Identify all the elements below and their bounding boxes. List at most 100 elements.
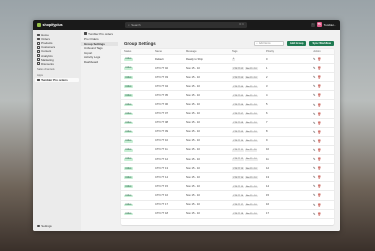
avatar[interactable]: TS [316, 22, 322, 28]
delete-icon[interactable]: 🗑 [317, 148, 321, 152]
sidebar-item-tumbler-app[interactable]: Tumbler Pro orders [35, 77, 79, 82]
table-row[interactable]: Active CTN 77 12 Nov 15 - 10 CTN 77 12 Nov 1… [121, 155, 334, 165]
edit-icon[interactable]: ✎ [313, 130, 315, 134]
orders-icon [37, 37, 40, 41]
priority-cell: 2 [266, 75, 268, 79]
table-row[interactable]: Active CTN 77 14 Nov 15 - 10 CTN 77 14 Nov 1… [121, 173, 334, 183]
edit-icon[interactable]: ✎ [313, 157, 315, 161]
edit-icon[interactable]: ✎ [313, 193, 315, 197]
delete-icon[interactable]: 🗑 [317, 193, 321, 197]
column-header-tags[interactable]: Tags [232, 50, 266, 53]
delete-icon[interactable]: 🗑 [317, 157, 321, 161]
delete-icon[interactable]: 🗑 [317, 93, 321, 97]
row-actions: ✎ 🗑 [313, 193, 321, 197]
priority-cell: 10 [266, 148, 269, 152]
table-row[interactable]: Active Default Ready to Ship 0 0 ✎ 🗑 [121, 55, 334, 65]
delete-icon[interactable]: 🗑 [317, 112, 321, 116]
edit-icon[interactable]: ✎ [313, 175, 315, 179]
table-row[interactable]: Active CTN 77 18 Nov 15 - 10 CTN 77 18 Nov 1… [121, 210, 334, 219]
delete-icon[interactable]: 🗑 [317, 175, 321, 179]
row-actions: ✎ 🗑 [313, 66, 321, 70]
table-row[interactable]: Active CTN 77 06 Nov 15 - 10 CTN 77 06 Nov 1… [121, 100, 334, 110]
store-name[interactable]: Tumbler... [324, 23, 336, 27]
filter-input[interactable]: ⌕ Add Items [253, 40, 284, 46]
status-badge: Active [124, 103, 133, 107]
name-cell: CTN 77 09 [155, 130, 168, 134]
delete-icon[interactable]: 🗑 [317, 103, 321, 107]
name-cell: CTN 77 14 [155, 175, 168, 179]
edit-icon[interactable]: ✎ [313, 121, 315, 125]
table-row[interactable]: Active CTN 77 08 Nov 15 - 10 CTN 77 08 Nov 1… [121, 119, 334, 128]
table-row[interactable]: Active CTN 77 02 Nov 15 - 10 CTN 77 02 Nov 1… [121, 64, 334, 74]
table-row[interactable]: Active CTN 77 15 Nov 15 - 10 CTN 77 15 Nov 1… [121, 182, 334, 192]
edit-icon[interactable]: ✎ [313, 84, 315, 88]
table-row[interactable]: Active CTN 77 05 Nov 15 - 10 CTN 77 05 Nov 1… [121, 91, 334, 101]
sales-channels-heading: Sales channels [37, 68, 55, 72]
search-icon: ⌕ [256, 41, 258, 45]
column-header-priority[interactable]: Priority [266, 50, 304, 53]
message-cell: Nov 15 - 10 [186, 212, 200, 216]
sync-workflow-button[interactable]: Sync Workflow [309, 40, 334, 46]
tags-cell: CTN 77 18 Nov 15 - 10 [232, 212, 266, 216]
app-nav-item-dashboard[interactable]: Dashboard [81, 60, 118, 64]
edit-icon[interactable]: ✎ [313, 184, 315, 188]
edit-icon[interactable]: ✎ [313, 212, 315, 216]
column-header-message[interactable]: Message [186, 50, 232, 53]
table-row[interactable]: Active CTN 77 10 Nov 15 - 10 CTN 77 10 Nov 1… [121, 137, 334, 146]
column-header-name[interactable]: Name [155, 50, 186, 53]
sidebar-item-discounts[interactable]: Discounts [35, 62, 79, 66]
tag-chip: Nov 15 - 10 [244, 67, 258, 70]
gear-icon [37, 224, 40, 228]
action-cell: ✎ 🗑 [304, 212, 330, 216]
filter-placeholder: Add Items [258, 41, 271, 45]
edit-icon[interactable]: ✎ [313, 166, 315, 170]
edit-icon[interactable]: ✎ [313, 103, 315, 107]
priority-cell: 17 [266, 212, 269, 216]
delete-icon[interactable]: 🗑 [317, 84, 321, 88]
delete-icon[interactable]: 🗑 [317, 184, 321, 188]
delete-icon[interactable]: 🗑 [317, 166, 321, 170]
delete-icon[interactable]: 🗑 [317, 66, 321, 70]
table-row[interactable]: Active CTN 77 04 Nov 15 - 10 CTN 77 04 Nov 1… [121, 82, 334, 92]
edit-icon[interactable]: ✎ [313, 57, 315, 61]
delete-icon[interactable]: 🗑 [317, 203, 321, 207]
status-badge: Active [124, 149, 133, 152]
tag-chip: Nov 15 - 10 [244, 176, 258, 179]
delete-icon[interactable]: 🗑 [317, 212, 321, 216]
action-cell: ✎ 🗑 [304, 57, 330, 61]
name-cell: CTN 77 18 [155, 212, 168, 216]
status-cell: Active [121, 130, 155, 134]
delete-icon[interactable]: 🗑 [317, 130, 321, 134]
table-row[interactable]: Active CTN 77 07 Nov 15 - 10 CTN 77 07 Nov 1… [121, 110, 334, 119]
delete-icon[interactable]: 🗑 [317, 121, 321, 125]
shopify-logo[interactable]: shopifyplus [37, 23, 107, 27]
table-row[interactable]: Active CTN 77 17 Nov 15 - 10 CTN 77 17 Nov 1… [121, 201, 334, 210]
edit-icon[interactable]: ✎ [313, 93, 315, 97]
edit-icon[interactable]: ✎ [313, 66, 315, 70]
add-group-button[interactable]: Add Group [286, 40, 307, 46]
table-row[interactable]: Active CTN 77 16 Nov 15 - 10 CTN 77 16 Nov 1… [121, 191, 334, 201]
table-row[interactable]: Active CTN 77 03 Nov 15 - 10 CTN 77 03 Nov 1… [121, 73, 334, 83]
bell-icon[interactable]: ◔ [310, 22, 315, 27]
message-cell: Nov 15 - 10 [186, 193, 200, 197]
edit-icon[interactable]: ✎ [313, 139, 315, 143]
action-cell: ✎ 🗑 [304, 148, 330, 152]
table-row[interactable]: Active CTN 77 13 Nov 15 - 10 CTN 77 13 Nov 1… [121, 164, 334, 174]
edit-icon[interactable]: ✎ [313, 112, 315, 116]
edit-icon[interactable]: ✎ [313, 203, 315, 207]
table-row[interactable]: Active CTN 77 09 Nov 15 - 10 CTN 77 09 Nov 1… [121, 128, 334, 137]
edit-icon[interactable]: ✎ [313, 75, 315, 79]
name-cell: CTN 77 05 [155, 93, 168, 97]
message-cell: Nov 15 - 10 [186, 184, 200, 188]
edit-icon[interactable]: ✎ [313, 148, 315, 152]
table-row[interactable]: Active CTN 77 11 Nov 15 - 10 CTN 77 11 Nov 1… [121, 146, 334, 156]
sidebar-item-settings[interactable]: Settings [35, 224, 54, 228]
delete-icon[interactable]: 🗑 [317, 57, 321, 61]
delete-icon[interactable]: 🗑 [317, 75, 321, 79]
status-badge: Active [124, 212, 133, 216]
search-input[interactable]: ⌕ Search ⌘ K [125, 22, 247, 28]
name-cell: CTN 77 11 [155, 148, 168, 152]
delete-icon[interactable]: 🗑 [317, 139, 321, 143]
tag-chip: CTN 77 04 [232, 85, 245, 88]
column-header-status[interactable]: Status [121, 50, 155, 53]
